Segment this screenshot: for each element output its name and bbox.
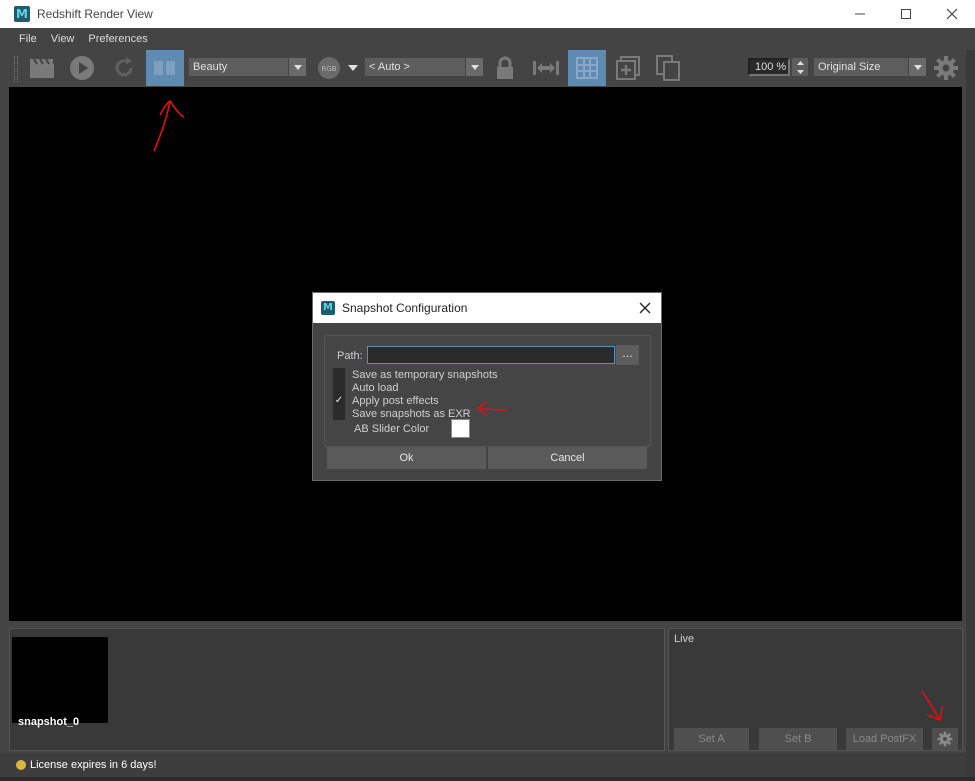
copy-icon	[656, 55, 680, 81]
clapperboard-icon	[30, 58, 54, 78]
browse-button[interactable]: ...	[616, 345, 639, 365]
menu-bar: File View Preferences	[0, 28, 975, 50]
option-label: Save as temporary snapshots	[352, 368, 498, 381]
ok-button[interactable]: Ok	[327, 447, 486, 469]
annotation-arrow-icon	[476, 401, 508, 417]
menu-file[interactable]: File	[19, 33, 37, 45]
snapshot-config-button[interactable]	[146, 50, 184, 86]
aov-dropdown[interactable]: Beauty	[189, 58, 306, 76]
checkbox[interactable]	[333, 368, 345, 381]
option-save-exr[interactable]: Save snapshots as EXR	[333, 407, 471, 420]
snapshot-thumbnail[interactable]: snapshot_0	[12, 637, 108, 728]
chevron-down-icon	[796, 69, 804, 74]
window-right-edge	[966, 50, 975, 781]
menu-preferences[interactable]: Preferences	[88, 33, 147, 45]
settings-button[interactable]	[932, 50, 960, 86]
warning-dot-icon	[16, 760, 26, 770]
option-auto-load[interactable]: Auto load	[333, 381, 398, 394]
refresh-icon	[115, 57, 133, 77]
lock-icon	[497, 56, 513, 79]
gear-icon	[934, 56, 958, 80]
size-dropdown[interactable]: Original Size	[814, 58, 926, 76]
lut-dropdown[interactable]: < Auto >	[365, 58, 483, 76]
gear-icon	[937, 731, 953, 747]
ab-slider-color-label: AB Slider Color	[354, 423, 430, 435]
chevron-down-icon	[288, 58, 306, 76]
close-button[interactable]	[929, 0, 975, 28]
snapshot-label: snapshot_0	[18, 716, 80, 728]
dialog-title-bar: M Snapshot Configuration	[313, 293, 661, 323]
set-a-button[interactable]: Set A	[674, 728, 749, 750]
menu-view[interactable]: View	[51, 33, 75, 45]
copy-button[interactable]	[654, 50, 682, 86]
toolbar-grip[interactable]	[14, 56, 18, 82]
app-logo-icon: M	[14, 6, 30, 22]
chevron-down-icon	[908, 58, 926, 76]
annotation-arrow-icon	[153, 99, 185, 152]
checkbox[interactable]	[333, 381, 345, 394]
play-icon	[70, 56, 94, 80]
live-title: Live	[674, 633, 695, 645]
add-snapshot-button[interactable]	[614, 50, 642, 86]
path-label: Path:	[337, 350, 363, 362]
snapshot-compare-icon	[154, 61, 175, 75]
snapshot-config-dialog: M Snapshot Configuration Path: ... Save …	[312, 292, 662, 481]
minimize-icon	[855, 13, 865, 15]
refresh-button[interactable]	[110, 50, 138, 86]
ab-slider-color-swatch[interactable]	[451, 419, 470, 438]
dialog-title: Snapshot Configuration	[342, 301, 468, 315]
chevron-up-icon	[796, 60, 804, 65]
annotation-arrow-icon	[921, 690, 943, 722]
maximize-button[interactable]	[883, 0, 929, 28]
rgb-channel-icon: RGB	[318, 57, 340, 79]
fit-width-icon	[533, 61, 559, 75]
snapshot-panel: snapshot_0	[9, 628, 665, 751]
dialog-options-group: Path: ... Save as temporary snapshots Au…	[324, 335, 651, 447]
lock-button[interactable]	[493, 50, 517, 86]
window-controls	[837, 0, 975, 28]
status-bar: License expires in 6 days!	[0, 753, 966, 777]
option-label: Auto load	[352, 381, 399, 394]
grid-overlay-button[interactable]	[568, 50, 606, 86]
lut-value: < Auto >	[369, 61, 410, 73]
cancel-button[interactable]: Cancel	[488, 447, 647, 469]
minimize-button[interactable]	[837, 0, 883, 28]
chevron-down-icon	[465, 58, 483, 76]
size-value: Original Size	[818, 61, 881, 73]
bottom-border	[0, 777, 975, 781]
dialog-logo-icon: M	[321, 301, 335, 315]
zoom-down-button[interactable]	[792, 67, 808, 76]
zoom-up-button[interactable]	[792, 58, 808, 67]
checkbox[interactable]	[333, 407, 345, 420]
close-icon	[639, 302, 651, 314]
license-status: License expires in 6 days!	[30, 759, 157, 771]
channel-dropdown-arrow[interactable]	[346, 50, 360, 86]
checkmark-icon[interactable]: ✓	[333, 394, 345, 407]
option-label: Save snapshots as EXR	[352, 407, 471, 420]
aov-value: Beauty	[193, 61, 228, 73]
option-temp-snapshots[interactable]: Save as temporary snapshots	[333, 368, 498, 381]
render-button[interactable]	[68, 50, 96, 86]
close-icon	[946, 8, 958, 20]
path-input[interactable]	[367, 346, 615, 364]
window-title: Redshift Render View	[37, 7, 153, 21]
fit-width-button[interactable]	[532, 50, 560, 86]
zoom-input[interactable]	[748, 58, 790, 76]
load-postfx-button[interactable]: Load PostFX	[846, 728, 923, 750]
grid-icon	[576, 57, 598, 79]
set-b-button[interactable]: Set B	[759, 728, 837, 750]
svg-text:RGB: RGB	[321, 65, 336, 73]
add-snapshot-icon	[616, 56, 640, 80]
maximize-icon	[901, 9, 911, 19]
live-settings-button[interactable]	[932, 728, 958, 750]
option-apply-post-effects[interactable]: ✓ Apply post effects	[333, 394, 439, 407]
chevron-down-icon	[348, 65, 358, 71]
dialog-close-button[interactable]	[635, 298, 655, 318]
channel-button[interactable]: RGB	[316, 50, 342, 86]
option-label: Apply post effects	[352, 394, 439, 407]
render-sequence-button[interactable]	[28, 50, 56, 86]
title-bar: M Redshift Render View	[0, 0, 975, 28]
